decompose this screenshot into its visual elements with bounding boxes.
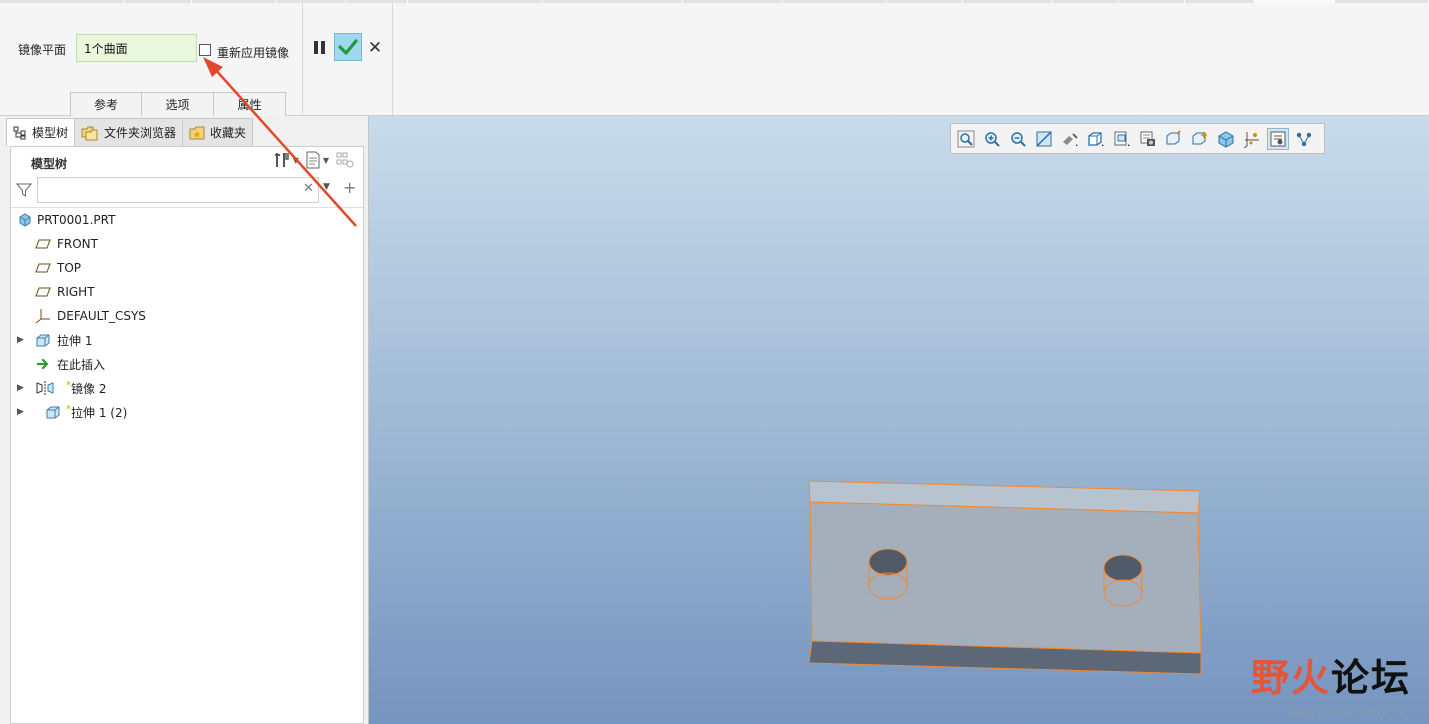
tab-properties[interactable]: 属性 [214, 92, 286, 118]
tab-references[interactable]: 参考 [70, 92, 142, 118]
tree-item-mirror-2[interactable]: ▶ *镜像 2 [11, 376, 363, 400]
tree-search-input[interactable] [37, 177, 319, 203]
filter-icon[interactable] [15, 181, 33, 199]
part-icon [19, 213, 31, 227]
watermark-url: www.proewildfire.cn [1287, 709, 1407, 720]
close-icon: ✕ [367, 38, 383, 58]
expand-arrow-icon[interactable]: ▶ [17, 335, 24, 345]
expand-arrow-icon[interactable]: ▶ [17, 383, 24, 393]
mirror-icon [36, 381, 54, 395]
tree-settings-button[interactable]: ▼ [273, 151, 299, 169]
dashboard-controls: ✕ [303, 3, 393, 115]
tab-favorites[interactable]: 收藏夹 [183, 118, 254, 146]
tree-item-label: 拉伸 1 [57, 333, 93, 348]
tab-model-tree-label: 模型树 [32, 126, 69, 140]
navigator-tabs: 模型树 文件夹浏览器 收藏夹 [6, 118, 254, 146]
tree-item-extrude-1[interactable]: ▶ 拉伸 1 [11, 328, 363, 352]
ok-button[interactable] [334, 33, 362, 61]
csys-icon [35, 309, 50, 324]
tree-item-label: TOP [57, 261, 82, 275]
chevron-down-icon[interactable]: ▼ [323, 182, 330, 192]
tree-item-label: RIGHT [57, 285, 95, 299]
check-icon [338, 39, 358, 55]
part-model[interactable] [369, 116, 1429, 724]
feature-dashboard: 镜像平面 1个曲面 重新应用镜像 参考 选项 属性 ✕ [0, 0, 1429, 118]
mirror-plane-label: 镜像平面 [18, 43, 67, 57]
tree-item-front[interactable]: FRONT [11, 232, 363, 256]
tree-item-csys[interactable]: DEFAULT_CSYS [11, 304, 363, 328]
tree-item-label: *镜像 2 [66, 379, 107, 396]
tree-columns-icon[interactable] [335, 151, 355, 169]
tree-item-label: DEFAULT_CSYS [57, 309, 146, 323]
tree-show-button[interactable]: ▼ [305, 151, 329, 169]
chevron-down-icon: ▼ [292, 155, 299, 165]
tree-item-label: PRT0001.PRT [37, 213, 116, 227]
tab-folder-browser[interactable]: 文件夹浏览器 [75, 118, 184, 146]
tree-item-label: *拉伸 1 (2) [66, 403, 128, 420]
model-tree-pane: 模型树 ▼ ▼ ✕ ▼ + PRT0001.PRT FRONT TOP RIGH… [10, 146, 364, 724]
dashboard-tabs: 参考 选项 属性 [70, 92, 286, 118]
add-icon[interactable]: + [343, 178, 356, 197]
datum-plane-icon [35, 287, 51, 297]
extrude-icon [36, 334, 50, 347]
tree-item-part[interactable]: PRT0001.PRT [11, 208, 363, 232]
tab-options[interactable]: 选项 [142, 92, 214, 118]
mirror-plane-collector[interactable]: 1个曲面 [76, 34, 197, 62]
tree-filter-row: ✕ ▼ + [15, 177, 361, 203]
cancel-button[interactable]: ✕ [367, 37, 383, 59]
expand-arrow-icon[interactable]: ▶ [17, 407, 24, 417]
tree-item-label: 在此插入 [57, 357, 106, 372]
model-tree-icon [13, 126, 26, 139]
tree-item-insert-here[interactable]: 在此插入 [11, 352, 363, 376]
clear-icon[interactable]: ✕ [303, 181, 314, 196]
tree-item-label: FRONT [57, 237, 98, 251]
pause-button[interactable] [311, 37, 327, 59]
favorites-icon [189, 126, 205, 139]
show-document-icon [306, 151, 320, 169]
reapply-mirror-label: 重新应用镜像 [217, 46, 290, 60]
navigator-panel: 模型树 文件夹浏览器 收藏夹 模型树 ▼ ▼ ✕ ▼ + PRT0001.PRT… [0, 116, 369, 724]
tab-favorites-label: 收藏夹 [210, 126, 247, 140]
reapply-mirror-checkbox[interactable] [199, 44, 211, 56]
model-tree-toolbar: ▼ ▼ [273, 151, 355, 169]
model-tree: PRT0001.PRT FRONT TOP RIGHT DEFAULT_CSYS [11, 207, 363, 424]
datum-plane-icon [35, 239, 51, 249]
graphics-window[interactable]: 野火论坛 www.proewildfire.cn [369, 116, 1429, 724]
tree-item-right[interactable]: RIGHT [11, 280, 363, 304]
site-watermark: 野火论坛 [1250, 656, 1411, 700]
chevron-down-icon: ▼ [322, 155, 329, 165]
insert-here-icon [36, 358, 49, 370]
extrude-icon [46, 406, 60, 419]
settings-tools-icon [274, 153, 289, 167]
tab-folder-browser-label: 文件夹浏览器 [104, 126, 177, 140]
tree-item-top[interactable]: TOP [11, 256, 363, 280]
datum-plane-icon [35, 263, 51, 273]
folder-browser-icon [81, 126, 98, 140]
model-tree-title: 模型树 [31, 157, 68, 171]
tree-item-extrude-1-copy[interactable]: ▶ *拉伸 1 (2) [11, 400, 363, 424]
tab-model-tree[interactable]: 模型树 [6, 118, 76, 146]
dashboard-main-group: 镜像平面 1个曲面 重新应用镜像 参考 选项 属性 [4, 3, 303, 118]
